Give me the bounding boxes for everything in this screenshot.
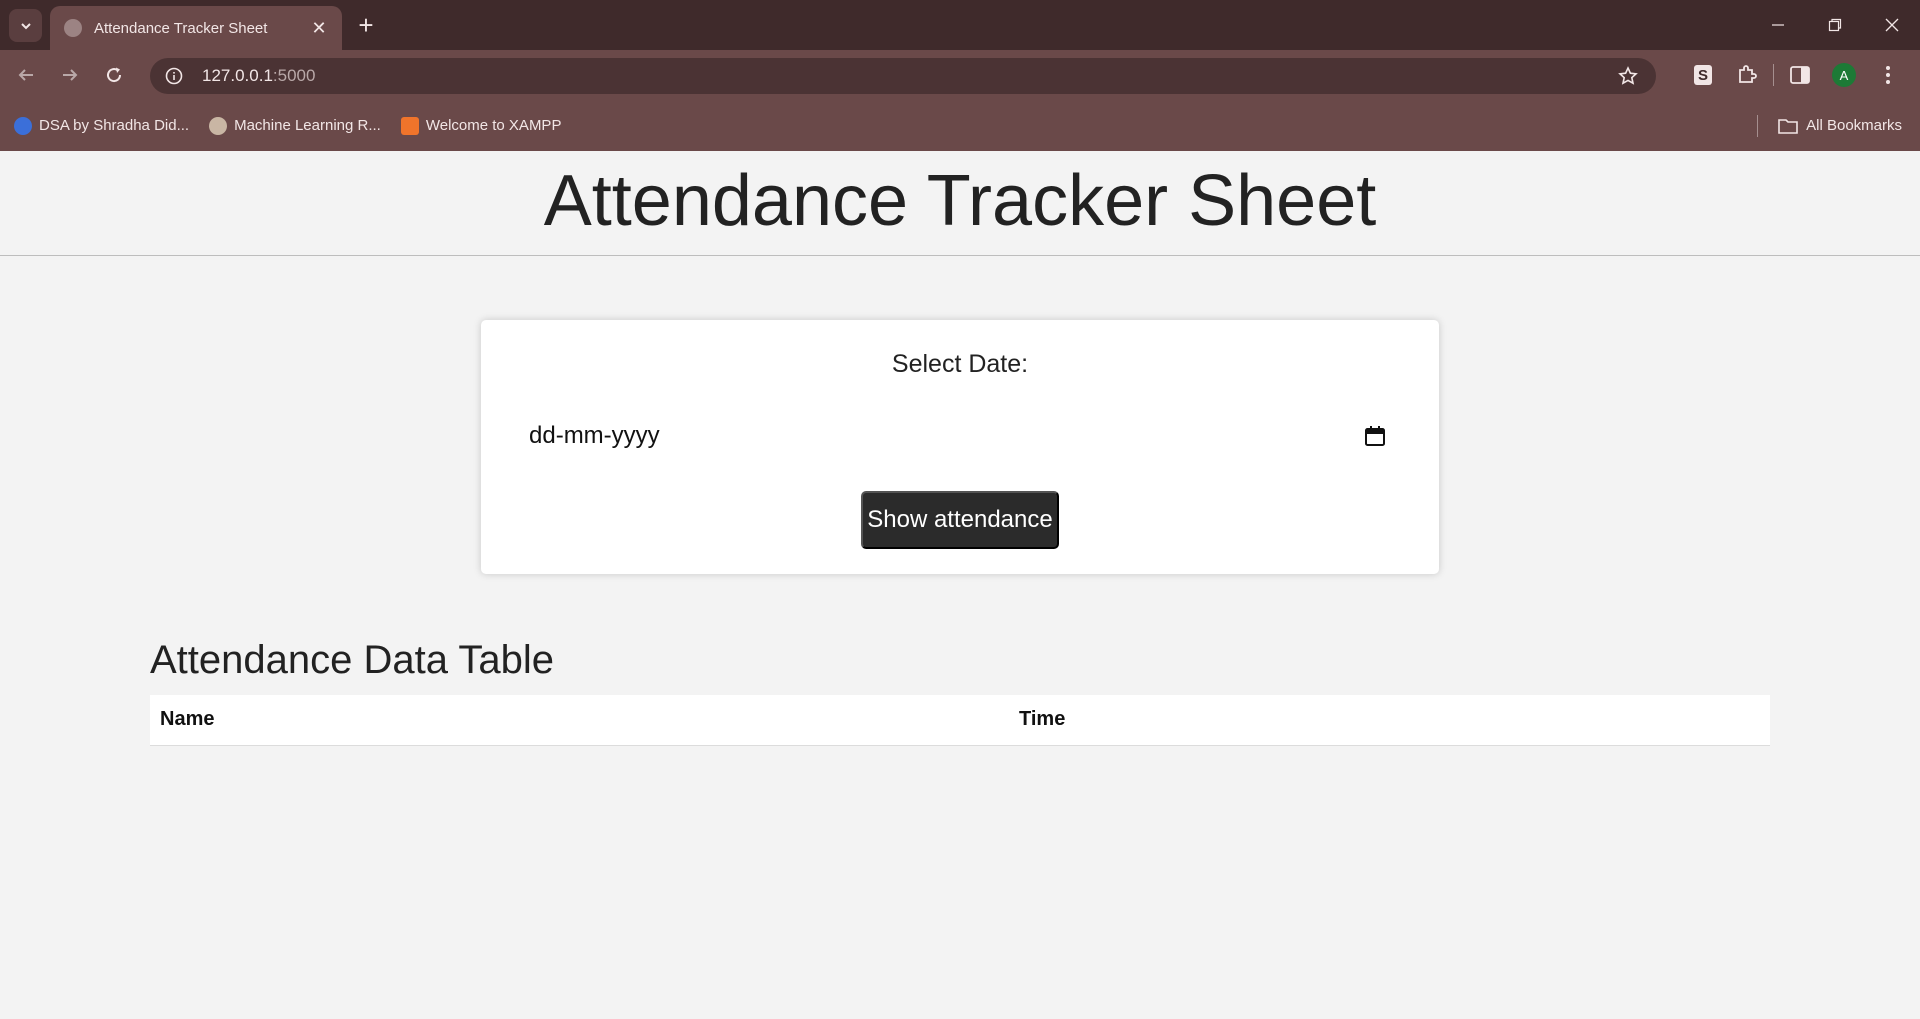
forward-button[interactable]: [50, 55, 90, 95]
side-panel-icon: [1790, 66, 1810, 84]
arrow-left-icon: [18, 69, 33, 81]
page-header: Attendance Tracker Sheet: [0, 151, 1920, 256]
date-form-card: Select Date: dd-mm-yyyy Show attendance: [481, 320, 1439, 574]
table-heading: Attendance Data Table: [150, 638, 555, 682]
date-input[interactable]: dd-mm-yyyy: [529, 413, 1389, 459]
site-info-icon[interactable]: [164, 66, 184, 86]
attendance-table: Name Time: [150, 695, 1770, 746]
xampp-icon: [400, 116, 419, 135]
avatar: A: [1832, 63, 1856, 87]
new-tab-button[interactable]: +: [352, 12, 380, 40]
bookmarks-separator: [1757, 114, 1759, 137]
restore-button[interactable]: [1806, 0, 1863, 50]
profile-button[interactable]: A: [1822, 55, 1866, 95]
page-title: Attendance Tracker Sheet: [543, 161, 1377, 241]
bookmark-label: Machine Learning R...: [234, 117, 381, 134]
back-button[interactable]: [6, 55, 46, 95]
select-date-label: Select Date:: [891, 350, 1029, 378]
column-header-name: Name: [150, 695, 1009, 746]
extensions-button[interactable]: [1725, 55, 1769, 95]
all-bookmarks-button[interactable]: All Bookmarks: [1757, 100, 1902, 151]
calendar-icon[interactable]: [1361, 422, 1389, 450]
bookmark-item-ml[interactable]: Machine Learning R...: [209, 116, 381, 135]
window-controls: [1749, 0, 1920, 50]
arrow-right-icon: [63, 69, 78, 81]
chevron-down-icon: [20, 22, 31, 29]
close-window-button[interactable]: [1863, 0, 1920, 50]
close-icon: [1885, 18, 1898, 32]
page-content: Attendance Tracker Sheet Select Date: dd…: [0, 151, 1920, 1019]
table-header-row: Name Time: [150, 695, 1770, 746]
s-extension-icon: S: [1694, 65, 1712, 85]
reload-button[interactable]: [94, 55, 134, 95]
apna-college-icon: [14, 116, 32, 135]
column-header-time: Time: [1009, 695, 1770, 746]
url-port: :5000: [272, 66, 316, 85]
folder-icon: [1778, 118, 1798, 134]
gear-favicon-icon: [209, 116, 228, 135]
bookmarks-bar: DSA by Shradha Did... Machine Learning R…: [0, 100, 1920, 151]
globe-icon: [64, 19, 82, 37]
restore-icon: [1828, 18, 1841, 32]
address-bar[interactable]: 127.0.0.1:5000: [150, 58, 1656, 94]
kebab-menu-icon: [1886, 66, 1890, 84]
bookmark-item-xampp[interactable]: Welcome to XAMPP: [400, 116, 562, 135]
svg-text:S: S: [1698, 67, 1708, 84]
browser-tab-active[interactable]: Attendance Tracker Sheet ✕: [50, 6, 342, 50]
toolbar-separator: [1773, 64, 1774, 86]
toolbar-right-tools: S A: [1681, 50, 1910, 100]
reload-icon: [107, 67, 122, 83]
url-host: 127.0.0.1: [202, 66, 273, 85]
tab-title: Attendance Tracker Sheet: [94, 19, 268, 37]
browser-toolbar: 127.0.0.1:5000 S A: [0, 50, 1920, 100]
all-bookmarks-label: All Bookmarks: [1806, 117, 1902, 134]
minimize-button[interactable]: [1749, 0, 1806, 50]
tab-search-button[interactable]: [9, 9, 42, 42]
menu-button[interactable]: [1866, 55, 1910, 95]
bookmark-label: Welcome to XAMPP: [425, 117, 562, 134]
minimize-icon: [1771, 24, 1784, 26]
show-attendance-button[interactable]: Show attendance: [861, 491, 1059, 549]
side-panel-button[interactable]: [1778, 55, 1822, 95]
bookmark-star-icon[interactable]: [1618, 66, 1638, 91]
extension-s-button[interactable]: S: [1681, 55, 1725, 95]
bookmark-label: DSA by Shradha Did...: [39, 117, 190, 134]
url-text: 127.0.0.1:5000: [202, 66, 315, 86]
bookmark-item-dsa[interactable]: DSA by Shradha Did...: [14, 116, 190, 135]
date-placeholder: dd-mm-yyyy: [529, 422, 660, 449]
close-tab-icon[interactable]: ✕: [308, 18, 330, 39]
browser-titlebar: Attendance Tracker Sheet ✕ +: [0, 0, 1920, 50]
puzzle-icon: [1739, 65, 1757, 83]
